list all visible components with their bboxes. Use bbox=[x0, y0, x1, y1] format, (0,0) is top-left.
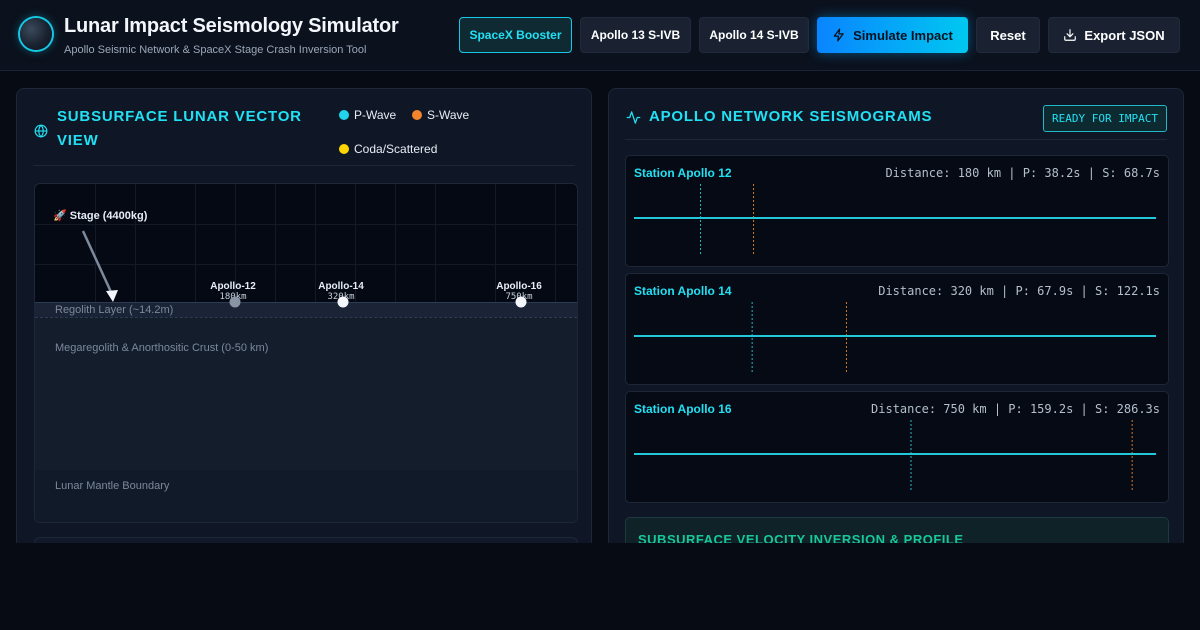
vector-view-panel: SUBSURFACE LUNAR VECTOR VIEW P-Wave S-Wa… bbox=[16, 88, 592, 569]
mantle-layer bbox=[35, 470, 577, 522]
seismogram-card: Station Apollo 12 Distance: 180 km | P: … bbox=[625, 155, 1169, 267]
lightning-icon bbox=[833, 28, 844, 42]
reset-label: Reset bbox=[990, 27, 1026, 43]
viewport-bottom bbox=[0, 543, 1200, 630]
legend-s-wave: S-Wave bbox=[412, 108, 469, 122]
vector-view-title-cont: VIEW bbox=[57, 132, 99, 149]
export-json-button[interactable]: Export JSON bbox=[1048, 17, 1180, 53]
preset-label: SpaceX Booster bbox=[469, 28, 562, 42]
legend-label: Coda/Scattered bbox=[354, 142, 438, 156]
crust-layer bbox=[35, 317, 577, 471]
legend-swatch bbox=[339, 144, 349, 154]
legend-p-wave: P-Wave bbox=[339, 108, 396, 122]
reset-button[interactable]: Reset bbox=[976, 17, 1040, 53]
seismogram-card: Station Apollo 16 Distance: 750 km | P: … bbox=[625, 391, 1169, 503]
moon-icon bbox=[20, 18, 52, 50]
station-name: Station Apollo 14 bbox=[634, 284, 732, 298]
title-line: SUBSURFACE LUNAR VECTOR bbox=[57, 108, 302, 125]
download-icon bbox=[1064, 29, 1077, 41]
preset-label: Apollo 14 S-IVB bbox=[709, 28, 799, 42]
divider bbox=[625, 139, 1167, 140]
globe-icon bbox=[34, 124, 48, 138]
station-name: Station Apollo 16 bbox=[634, 402, 732, 416]
legend-label: P-Wave bbox=[354, 108, 397, 122]
station-name: Station Apollo 12 bbox=[634, 166, 732, 180]
legend-swatch bbox=[412, 110, 422, 120]
mantle-label: Lunar Mantle Boundary bbox=[55, 480, 170, 492]
preset-label: Apollo 13 S-IVB bbox=[590, 28, 681, 42]
seismograms-panel: APOLLO NETWORK SEISMOGRAMS READY FOR IMP… bbox=[608, 88, 1184, 579]
app-header: Lunar Impact Seismology Simulator Apollo… bbox=[0, 0, 1200, 71]
seismogram-trace[interactable] bbox=[634, 420, 1158, 492]
seismogram-card: Station Apollo 14 Distance: 320 km | P: … bbox=[625, 273, 1169, 385]
app-subtitle: Apollo Seismic Network & SpaceX Stage Cr… bbox=[64, 44, 367, 56]
subsurface-canvas[interactable]: Regolith Layer (~14.2m) Megaregolith & A… bbox=[34, 183, 578, 523]
vector-view-title: SUBSURFACE LUNAR VECTOR bbox=[57, 108, 302, 125]
status-badge: READY FOR IMPACT bbox=[1043, 105, 1167, 132]
preset-apollo14-button[interactable]: Apollo 14 S-IVB bbox=[699, 17, 809, 53]
station-name-apollo16: Apollo-16 bbox=[496, 281, 542, 292]
trajectory-line bbox=[81, 230, 113, 293]
station-marker-apollo12[interactable] bbox=[229, 296, 241, 308]
crust-label: Megaregolith & Anorthositic Crust (0-50 … bbox=[55, 342, 269, 354]
preset-apollo13-button[interactable]: Apollo 13 S-IVB bbox=[580, 17, 691, 53]
title-line: VIEW bbox=[57, 132, 99, 149]
seismogram-trace[interactable] bbox=[634, 302, 1158, 374]
legend-label: S-Wave bbox=[427, 108, 470, 122]
seismogram-trace[interactable] bbox=[634, 184, 1158, 256]
seismograms-title: APOLLO NETWORK SEISMOGRAMS bbox=[649, 108, 933, 125]
station-marker-apollo14[interactable] bbox=[337, 296, 349, 308]
activity-icon bbox=[626, 111, 641, 124]
divider bbox=[33, 165, 575, 166]
station-info: Distance: 320 km | P: 67.9s | S: 122.1s bbox=[878, 284, 1160, 298]
app-title: Lunar Impact Seismology Simulator bbox=[64, 15, 399, 37]
station-name-apollo14: Apollo-14 bbox=[318, 281, 364, 292]
station-name-apollo12: Apollo-12 bbox=[210, 281, 256, 292]
preset-spacex-booster-button[interactable]: SpaceX Booster bbox=[459, 17, 572, 53]
legend-coda: Coda/Scattered bbox=[339, 142, 437, 156]
station-info: Distance: 750 km | P: 159.2s | S: 286.3s bbox=[871, 402, 1160, 416]
simulate-label: Simulate Impact bbox=[853, 27, 953, 43]
impact-arrowhead bbox=[106, 290, 118, 302]
legend-swatch bbox=[339, 110, 349, 120]
export-label: Export JSON bbox=[1084, 27, 1165, 43]
impact-trajectory bbox=[81, 230, 118, 302]
station-marker-apollo16[interactable] bbox=[515, 296, 527, 308]
simulate-impact-button[interactable]: Simulate Impact bbox=[817, 17, 968, 53]
station-info: Distance: 180 km | P: 38.2s | S: 68.7s bbox=[885, 166, 1160, 180]
